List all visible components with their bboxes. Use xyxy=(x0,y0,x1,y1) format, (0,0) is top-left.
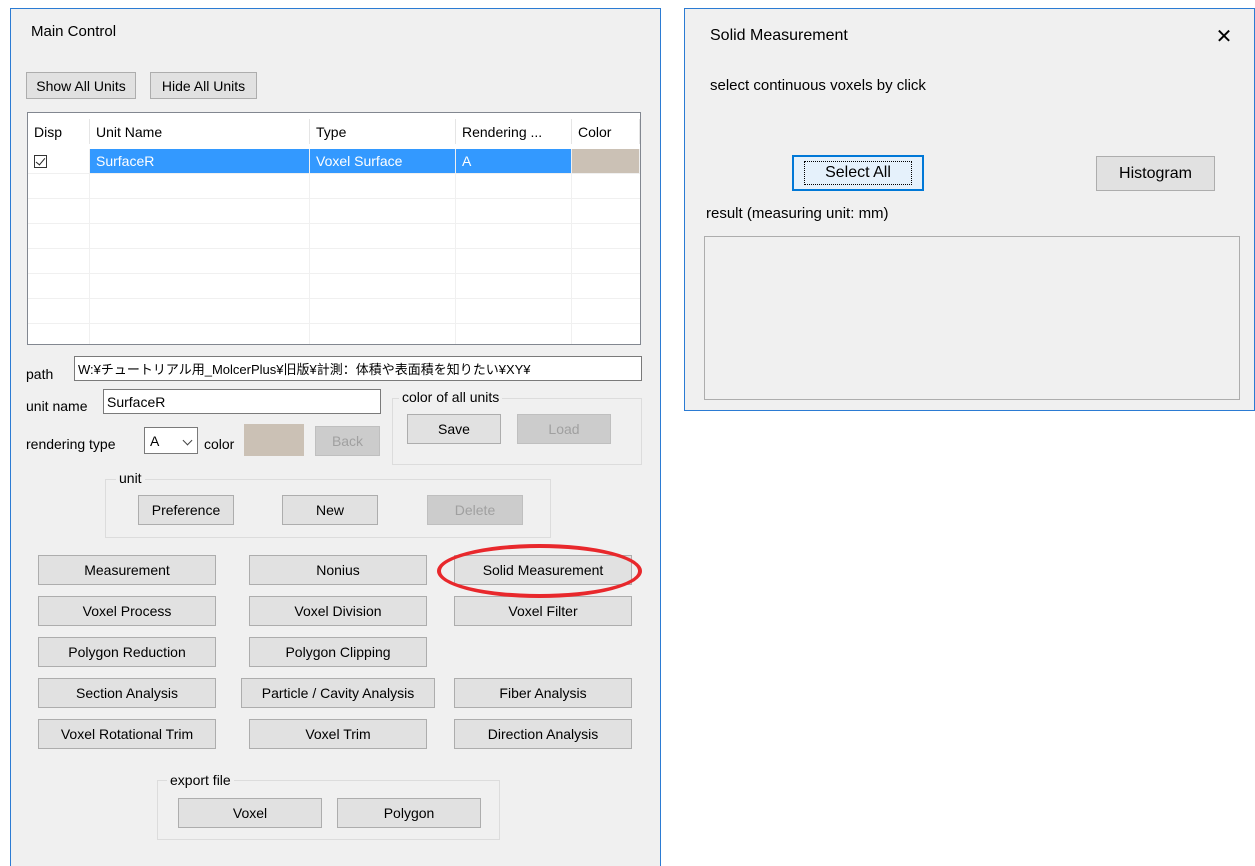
preference-button[interactable]: Preference xyxy=(138,495,234,525)
direction-analysis-button[interactable]: Direction Analysis xyxy=(454,719,632,749)
table-row[interactable]: SurfaceR Voxel Surface A xyxy=(28,149,640,174)
polygon-reduction-button[interactable]: Polygon Reduction xyxy=(38,637,216,667)
unit-group-label: unit xyxy=(116,470,145,486)
result-label: result (measuring unit: mm) xyxy=(706,205,889,222)
table-row-empty xyxy=(28,174,640,199)
table-row-empty xyxy=(28,224,640,249)
unit-name-label: unit name xyxy=(26,398,88,414)
chevron-down-icon xyxy=(182,435,193,446)
header-color[interactable]: Color xyxy=(572,119,640,144)
table-row-empty xyxy=(28,274,640,299)
voxel-process-button[interactable]: Voxel Process xyxy=(38,596,216,626)
measurement-button[interactable]: Measurement xyxy=(38,555,216,585)
disp-checkbox[interactable] xyxy=(34,154,47,168)
table-row-empty xyxy=(28,299,640,324)
solid-measurement-window: Solid Measurement ✕ select continuous vo… xyxy=(684,8,1255,411)
color-label: color xyxy=(204,436,235,452)
table-header: Disp Unit Name Type Rendering ... Color xyxy=(28,119,640,144)
load-button[interactable]: Load xyxy=(517,414,611,444)
table-row-empty xyxy=(28,199,640,224)
back-button[interactable]: Back xyxy=(315,426,380,456)
voxel-division-button[interactable]: Voxel Division xyxy=(249,596,427,626)
main-control-title: Main Control xyxy=(31,23,117,40)
export-voxel-button[interactable]: Voxel xyxy=(178,798,322,828)
section-analysis-button[interactable]: Section Analysis xyxy=(38,678,216,708)
save-button[interactable]: Save xyxy=(407,414,501,444)
color-of-all-units-label: color of all units xyxy=(399,389,503,405)
row-type: Voxel Surface xyxy=(310,149,456,173)
row-rendering: A xyxy=(456,149,572,173)
select-all-button[interactable]: Select All xyxy=(792,155,924,191)
row-color-swatch xyxy=(572,149,640,173)
header-type[interactable]: Type xyxy=(310,119,456,144)
row-unit-name: SurfaceR xyxy=(90,149,310,173)
path-label: path xyxy=(26,366,54,382)
instruction-text: select continuous voxels by click xyxy=(710,77,926,94)
delete-button[interactable]: Delete xyxy=(427,495,523,525)
color-swatch[interactable] xyxy=(244,424,304,456)
header-rendering[interactable]: Rendering ... xyxy=(456,119,572,144)
hide-all-units-button[interactable]: Hide All Units xyxy=(150,72,257,99)
new-button[interactable]: New xyxy=(282,495,378,525)
solid-measurement-title: Solid Measurement xyxy=(710,27,848,44)
header-unit-name[interactable]: Unit Name xyxy=(90,119,310,144)
rendering-type-label: rendering type xyxy=(26,436,116,452)
show-all-units-button[interactable]: Show All Units xyxy=(26,72,136,99)
table-row-empty xyxy=(28,324,640,344)
select-all-label: Select All xyxy=(804,161,912,185)
polygon-clipping-button[interactable]: Polygon Clipping xyxy=(249,637,427,667)
export-polygon-button[interactable]: Polygon xyxy=(337,798,481,828)
result-textbox[interactable] xyxy=(704,236,1240,400)
path-field[interactable]: W:¥チュートリアル用_MolcerPlus¥旧版¥計測：体積や表面積を知りたい… xyxy=(74,356,642,381)
export-file-label: export file xyxy=(167,772,234,788)
histogram-button[interactable]: Histogram xyxy=(1096,156,1215,191)
rendering-type-value: A xyxy=(150,432,160,449)
nonius-button[interactable]: Nonius xyxy=(249,555,427,585)
particle-cavity-analysis-button[interactable]: Particle / Cavity Analysis xyxy=(241,678,435,708)
solid-measurement-button[interactable]: Solid Measurement xyxy=(454,555,632,585)
header-disp[interactable]: Disp xyxy=(28,119,90,144)
voxel-rotational-trim-button[interactable]: Voxel Rotational Trim xyxy=(38,719,216,749)
rendering-type-select[interactable]: A xyxy=(144,427,198,454)
table-row-empty xyxy=(28,249,640,274)
main-control-window: Main Control Show All Units Hide All Uni… xyxy=(10,8,661,866)
close-icon[interactable]: ✕ xyxy=(1209,21,1239,51)
fiber-analysis-button[interactable]: Fiber Analysis xyxy=(454,678,632,708)
voxel-trim-button[interactable]: Voxel Trim xyxy=(249,719,427,749)
row-disp-cell[interactable] xyxy=(28,149,90,173)
unit-name-input[interactable]: SurfaceR xyxy=(103,389,381,414)
voxel-filter-button[interactable]: Voxel Filter xyxy=(454,596,632,626)
unit-list-table[interactable]: Disp Unit Name Type Rendering ... Color … xyxy=(27,112,641,345)
